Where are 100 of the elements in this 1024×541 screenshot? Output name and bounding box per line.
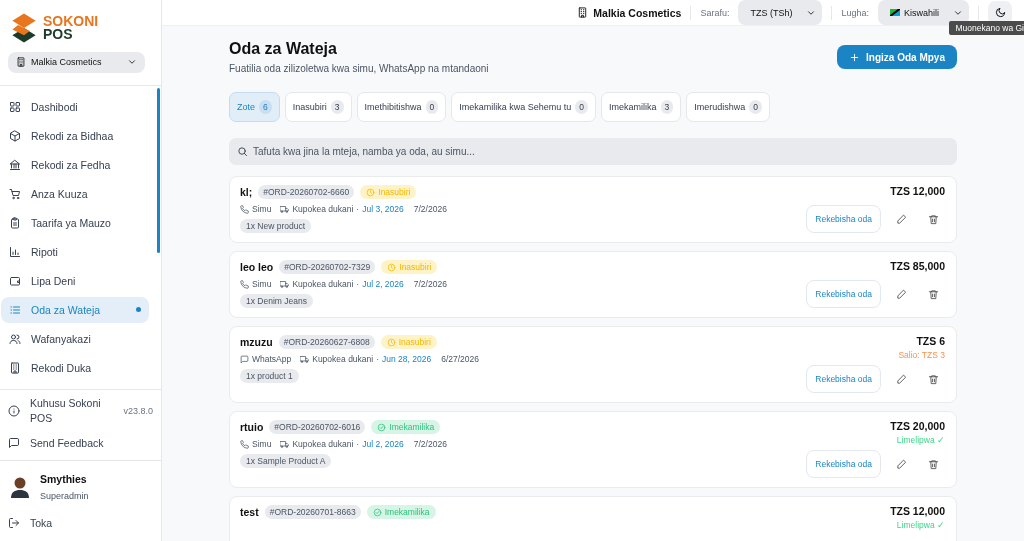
delivery-method: Kupokea dukani [292, 279, 354, 289]
order-total: TZS 6 [916, 335, 945, 347]
order-total: TZS 20,000 [890, 420, 945, 432]
scrollbar[interactable] [157, 88, 160, 253]
status-badge: Inasubiri [380, 335, 437, 349]
tooltip: Muonekano wa Gi [949, 21, 1024, 35]
order-date: 7/2/2026 [413, 204, 447, 214]
edit-order-button[interactable]: Rekebisha oda [806, 365, 881, 393]
payment-status: Limelipwa ✓ [896, 520, 945, 530]
customer-name: kl; [240, 186, 253, 198]
item-tag: 1x Sample Product A [240, 454, 332, 468]
version-label: v23.8.0 [123, 405, 153, 416]
page-title: Oda za Wateja [229, 40, 338, 58]
plus-icon [849, 51, 861, 63]
search-field[interactable]: Tafuta kwa jina la mteja, namba ya oda, au simu... [229, 138, 957, 165]
filter-tab[interactable]: Imerudishwa 0 [686, 92, 771, 122]
nav-item[interactable]: Dashibodi [1, 93, 149, 120]
cart-icon [9, 187, 21, 200]
due-date: Jul 2, 2026 [362, 279, 404, 289]
status-badge: Imekamilika [371, 420, 441, 434]
info-icon [8, 404, 20, 417]
separator-dot: · [356, 204, 360, 214]
clipboard-icon [9, 216, 21, 229]
nav-item[interactable]: Rekodi za Fedha [1, 151, 149, 178]
grid-icon [9, 100, 21, 113]
order-number: #ORD-20260702-6660 [258, 185, 355, 199]
order-total: TZS 85,000 [890, 260, 945, 272]
nav-item[interactable]: Rekodi za Bidhaa [1, 122, 149, 149]
item-tag: 1x New product [240, 219, 312, 233]
payment-status: Limelipwa ✓ [896, 435, 945, 445]
user-role: Superadmin [40, 490, 89, 501]
phone-icon [240, 439, 249, 449]
edit-order-button[interactable]: Rekebisha oda [806, 280, 881, 308]
clock-icon [386, 337, 396, 347]
store-icon [16, 57, 26, 68]
order-channel: Simu [252, 279, 272, 289]
item-tag: 1x Denim Jeans [240, 294, 313, 308]
logout-link[interactable]: Toka [30, 516, 53, 529]
order-number: #ORD-20260701-8663 [264, 505, 361, 519]
delivery-method: Kupokea dukani [312, 354, 374, 364]
separator-dot: · [356, 439, 360, 449]
building-icon [9, 361, 21, 374]
order-total: TZS 12,000 [890, 505, 945, 517]
new-order-button[interactable]: Ingiza Oda Mpya [837, 45, 957, 69]
currency-select[interactable]: TZS (TSh) [738, 0, 823, 25]
separator-dot: · [376, 354, 380, 364]
nav-item[interactable]: Lipa Deni [1, 267, 149, 294]
feedback-link[interactable]: Send Feedback [30, 436, 104, 449]
users-icon [9, 332, 21, 345]
edit-order-button[interactable]: Rekebisha oda [806, 205, 881, 233]
order-number: #ORD-20260702-7329 [279, 260, 376, 274]
phone-icon [240, 279, 249, 289]
brand-name: SOKONI [43, 15, 99, 28]
order-channel: Simu [252, 204, 272, 214]
active-dot [136, 307, 141, 312]
clock-icon [366, 187, 376, 197]
delivery-method: Kupokea dukani [292, 204, 354, 214]
order-number: #ORD-20260702-6016 [269, 420, 366, 434]
store-selector[interactable]: Malkia Cosmetics [8, 52, 145, 73]
chat-icon [8, 436, 20, 449]
language-label: Lugha: [841, 7, 869, 18]
truck-icon [300, 354, 310, 364]
currency-label: Sarafu: [700, 7, 730, 18]
nav-item[interactable]: Taarifa ya Mauzo [1, 209, 149, 236]
pencil-icon [895, 373, 907, 385]
separator-dot: · [356, 279, 360, 289]
truck-icon [280, 439, 290, 449]
nav-item[interactable]: Wafanyakazi [1, 325, 149, 352]
order-channel: Simu [252, 439, 272, 449]
status-badge: Inasubiri [381, 260, 438, 274]
nav-item[interactable]: Oda za Wateja [1, 296, 149, 323]
filter-tab[interactable]: Imekamilika kwa Sehemu tu 0 [451, 92, 597, 122]
bar-chart-icon [9, 245, 21, 258]
language-select[interactable]: Kiswahili [878, 0, 969, 25]
wallet-icon [9, 274, 21, 287]
truck-icon [280, 279, 290, 289]
trash-icon [927, 373, 939, 385]
edit-order-button[interactable]: Rekebisha oda [806, 450, 881, 478]
order-number: #ORD-20260627-6808 [278, 335, 375, 349]
pencil-icon [895, 458, 907, 470]
nav-item[interactable]: Anza Kuuza [1, 180, 149, 207]
filter-tab[interactable]: Imethibitishwa 0 [356, 92, 447, 122]
customer-name: mzuzu [240, 336, 273, 348]
filter-tab[interactable]: Imekamilika 3 [601, 92, 682, 122]
trash-icon [927, 213, 939, 225]
due-date: Jun 28, 2026 [382, 354, 432, 364]
store-icon [577, 7, 589, 18]
about-link[interactable]: Kuhusu Sokoni POS [30, 395, 114, 426]
list-icon [9, 303, 21, 316]
item-tag: 1x product 1 [240, 369, 299, 383]
filter-tab[interactable]: Inasubiri 3 [284, 92, 352, 122]
pencil-icon [895, 213, 907, 225]
delivery-method: Kupokea dukani [292, 439, 354, 449]
nav-item[interactable]: Rekodi Duka [1, 354, 149, 381]
filter-tab[interactable]: Zote 6 [229, 92, 280, 122]
order-channel: WhatsApp [252, 354, 292, 364]
moon-icon [994, 7, 1006, 18]
phone-icon [240, 204, 249, 214]
nav-item[interactable]: Ripoti [1, 238, 149, 265]
avatar [10, 475, 30, 498]
